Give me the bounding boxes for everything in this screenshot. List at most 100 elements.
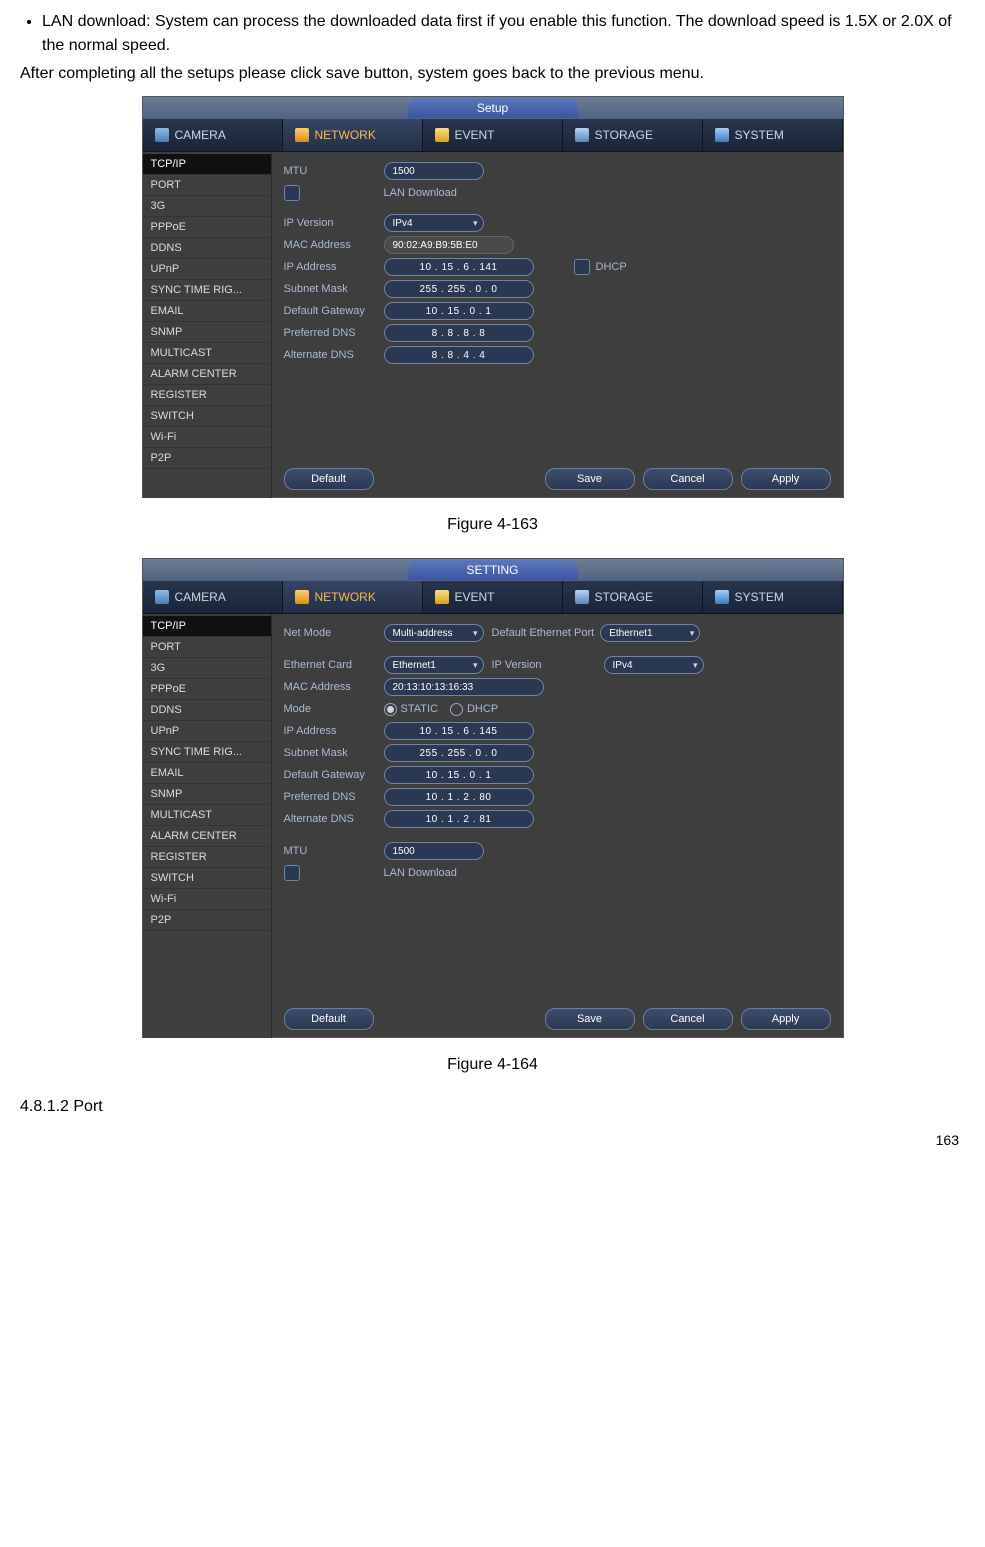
sidebar-item-alarmcenter[interactable]: ALARM CENTER bbox=[143, 364, 271, 385]
save-button[interactable]: Save bbox=[545, 468, 635, 490]
sidebar-item-upnp[interactable]: UPnP bbox=[143, 721, 271, 742]
event-icon bbox=[435, 590, 449, 604]
storage-icon bbox=[575, 590, 589, 604]
tab-storage[interactable]: STORAGE bbox=[563, 119, 703, 151]
mtu-input[interactable]: 1500 bbox=[384, 162, 484, 180]
subnet-input[interactable]: 255 . 255 . 0 . 0 bbox=[384, 280, 534, 298]
subnet-input[interactable]: 255 . 255 . 0 . 0 bbox=[384, 744, 534, 762]
adns-input[interactable]: 8 . 8 . 4 . 4 bbox=[384, 346, 534, 364]
tab-event[interactable]: EVENT bbox=[423, 581, 563, 613]
lan-download-checkbox[interactable] bbox=[284, 865, 300, 881]
ethcard-label: Ethernet Card bbox=[284, 659, 384, 671]
sidebar-item-synctime[interactable]: SYNC TIME RIG... bbox=[143, 280, 271, 301]
tab-event-label: EVENT bbox=[455, 590, 495, 604]
mac-value: 20:13:10:13:16:33 bbox=[384, 678, 544, 696]
tab-network-label: NETWORK bbox=[315, 590, 376, 604]
sidebar-item-multicast[interactable]: MULTICAST bbox=[143, 805, 271, 826]
tab-event[interactable]: EVENT bbox=[423, 119, 563, 151]
pdns-input[interactable]: 8 . 8 . 8 . 8 bbox=[384, 324, 534, 342]
ipversion-select[interactable]: IPv4 bbox=[604, 656, 704, 674]
sidebar-item-wifi[interactable]: Wi-Fi bbox=[143, 889, 271, 910]
content-164: Net Mode Multi-address Default Ethernet … bbox=[272, 614, 843, 1038]
figure-164-screenshot: SETTING CAMERA NETWORK EVENT STORAGE SYS… bbox=[142, 558, 844, 1038]
defport-select[interactable]: Ethernet1 bbox=[600, 624, 700, 642]
sidebar-item-register[interactable]: REGISTER bbox=[143, 385, 271, 406]
sidebar-item-email[interactable]: EMAIL bbox=[143, 763, 271, 784]
sidebar-item-3g[interactable]: 3G bbox=[143, 196, 271, 217]
tab-system[interactable]: SYSTEM bbox=[703, 119, 843, 151]
mtu-label: MTU bbox=[284, 845, 384, 857]
sidebar-item-port[interactable]: PORT bbox=[143, 637, 271, 658]
defport-label: Default Ethernet Port bbox=[492, 627, 595, 639]
adns-input[interactable]: 10 . 1 . 2 . 81 bbox=[384, 810, 534, 828]
save-button[interactable]: Save bbox=[545, 1008, 635, 1030]
ip-input[interactable]: 10 . 15 . 6 . 145 bbox=[384, 722, 534, 740]
storage-icon bbox=[575, 128, 589, 142]
ipversion-select[interactable]: IPv4 bbox=[384, 214, 484, 232]
mode-static-label: STATIC bbox=[401, 703, 438, 715]
apply-button[interactable]: Apply bbox=[741, 1008, 831, 1030]
tab-storage[interactable]: STORAGE bbox=[563, 581, 703, 613]
sidebar-item-multicast[interactable]: MULTICAST bbox=[143, 343, 271, 364]
tab-system[interactable]: SYSTEM bbox=[703, 581, 843, 613]
ip-input[interactable]: 10 . 15 . 6 . 141 bbox=[384, 258, 534, 276]
ip-label: IP Address bbox=[284, 725, 384, 737]
sidebar-item-alarmcenter[interactable]: ALARM CENTER bbox=[143, 826, 271, 847]
cancel-button[interactable]: Cancel bbox=[643, 1008, 733, 1030]
main-tabs: CAMERA NETWORK EVENT STORAGE SYSTEM bbox=[143, 119, 843, 152]
sidebar-item-ddns[interactable]: DDNS bbox=[143, 238, 271, 259]
ethcard-select[interactable]: Ethernet1 bbox=[384, 656, 484, 674]
lan-download-checkbox[interactable] bbox=[284, 185, 300, 201]
sidebar-item-tcpip[interactable]: TCP/IP bbox=[143, 616, 271, 637]
sidebar-item-register[interactable]: REGISTER bbox=[143, 847, 271, 868]
gateway-input[interactable]: 10 . 15 . 0 . 1 bbox=[384, 766, 534, 784]
tab-camera[interactable]: CAMERA bbox=[143, 119, 283, 151]
tab-camera[interactable]: CAMERA bbox=[143, 581, 283, 613]
sidebar-item-tcpip[interactable]: TCP/IP bbox=[143, 154, 271, 175]
default-button[interactable]: Default bbox=[284, 1008, 374, 1030]
ipversion-label: IP Version bbox=[492, 659, 604, 671]
sidebar-item-pppoe[interactable]: PPPoE bbox=[143, 217, 271, 238]
apply-button[interactable]: Apply bbox=[741, 468, 831, 490]
sidebar-item-upnp[interactable]: UPnP bbox=[143, 259, 271, 280]
system-icon bbox=[715, 590, 729, 604]
tab-system-label: SYSTEM bbox=[735, 590, 784, 604]
lan-download-label: LAN Download bbox=[384, 187, 457, 199]
cancel-button[interactable]: Cancel bbox=[643, 468, 733, 490]
sidebar-item-wifi[interactable]: Wi-Fi bbox=[143, 427, 271, 448]
sidebar-item-snmp[interactable]: SNMP bbox=[143, 322, 271, 343]
mode-dhcp-radio[interactable] bbox=[450, 703, 463, 716]
page-number: 163 bbox=[20, 1132, 959, 1148]
sidebar-item-synctime[interactable]: SYNC TIME RIG... bbox=[143, 742, 271, 763]
mac-label: MAC Address bbox=[284, 681, 384, 693]
sidebar-item-p2p[interactable]: P2P bbox=[143, 448, 271, 469]
camera-icon bbox=[155, 590, 169, 604]
sidebar-item-snmp[interactable]: SNMP bbox=[143, 784, 271, 805]
mtu-input[interactable]: 1500 bbox=[384, 842, 484, 860]
gateway-input[interactable]: 10 . 15 . 0 . 1 bbox=[384, 302, 534, 320]
dhcp-checkbox[interactable] bbox=[574, 259, 590, 275]
sidebar-item-ddns[interactable]: DDNS bbox=[143, 700, 271, 721]
sidebar-item-switch[interactable]: SWITCH bbox=[143, 868, 271, 889]
mac-value: 90:02:A9:B9:5B:E0 bbox=[384, 236, 514, 254]
default-button[interactable]: Default bbox=[284, 468, 374, 490]
sidebar-item-p2p[interactable]: P2P bbox=[143, 910, 271, 931]
subnet-label: Subnet Mask bbox=[284, 747, 384, 759]
dhcp-label: DHCP bbox=[596, 261, 627, 273]
adns-label: Alternate DNS bbox=[284, 349, 384, 361]
tab-camera-label: CAMERA bbox=[175, 590, 226, 604]
sidebar-item-pppoe[interactable]: PPPoE bbox=[143, 679, 271, 700]
tab-camera-label: CAMERA bbox=[175, 128, 226, 142]
event-icon bbox=[435, 128, 449, 142]
sidebar-item-3g[interactable]: 3G bbox=[143, 658, 271, 679]
tab-network[interactable]: NETWORK bbox=[283, 119, 423, 151]
netmode-select[interactable]: Multi-address bbox=[384, 624, 484, 642]
sidebar-item-email[interactable]: EMAIL bbox=[143, 301, 271, 322]
pdns-input[interactable]: 10 . 1 . 2 . 80 bbox=[384, 788, 534, 806]
sidebar-item-switch[interactable]: SWITCH bbox=[143, 406, 271, 427]
tab-network-label: NETWORK bbox=[315, 128, 376, 142]
tab-network[interactable]: NETWORK bbox=[283, 581, 423, 613]
gateway-label: Default Gateway bbox=[284, 305, 384, 317]
mode-static-radio[interactable] bbox=[384, 703, 397, 716]
sidebar-item-port[interactable]: PORT bbox=[143, 175, 271, 196]
